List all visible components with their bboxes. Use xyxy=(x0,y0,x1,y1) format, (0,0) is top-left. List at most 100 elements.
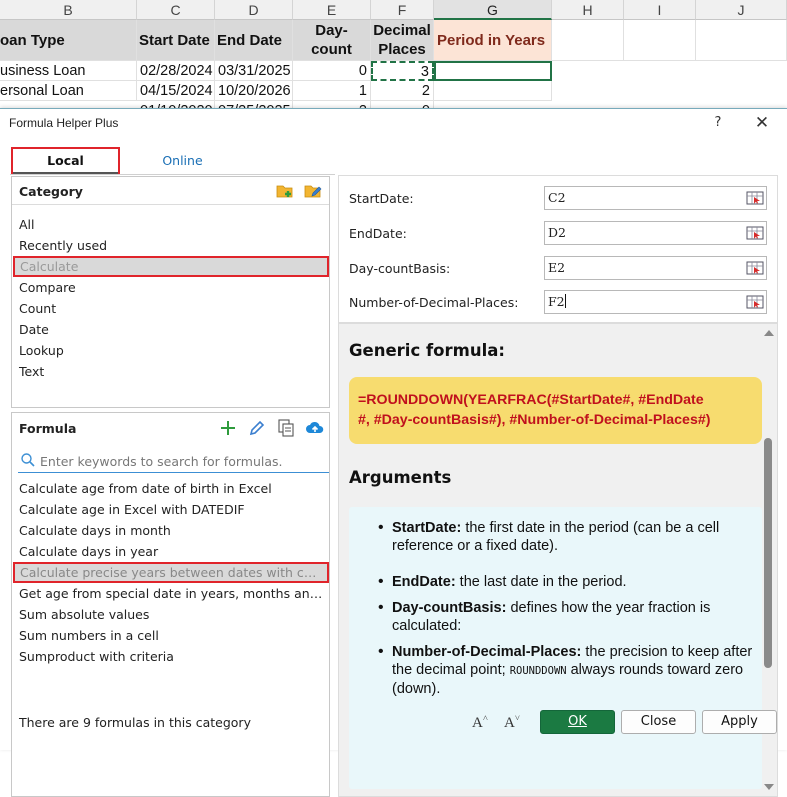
formula-title: Formula xyxy=(19,421,77,436)
search-input[interactable] xyxy=(40,451,325,471)
close-button[interactable]: Close xyxy=(621,710,696,734)
cell-start-date[interactable]: 04/15/2024 xyxy=(137,81,215,101)
column-header-h[interactable]: H xyxy=(552,0,624,20)
cell-end-date[interactable]: 10/20/2026 xyxy=(215,81,293,101)
formula-item-selected[interactable]: Calculate precise years between dates wi… xyxy=(13,562,329,583)
increase-font-size-icon[interactable]: A˄ xyxy=(472,713,488,732)
font-up-letter: A xyxy=(472,715,483,731)
column-header-f[interactable]: F xyxy=(371,0,434,20)
bullet-term: StartDate: xyxy=(392,520,462,536)
tab-online[interactable]: Online xyxy=(130,149,235,173)
tab-divider xyxy=(10,174,335,175)
category-item-lookup[interactable]: Lookup xyxy=(12,340,329,361)
range-select-icon[interactable] xyxy=(746,259,764,277)
range-select-icon[interactable] xyxy=(746,293,764,311)
category-item-date[interactable]: Date xyxy=(12,319,329,340)
apply-button[interactable]: Apply xyxy=(702,710,777,734)
bullet-day-count-basis: Day-countBasis: defines how the year fra… xyxy=(378,599,762,635)
cell-start-date[interactable]: 02/28/2024 xyxy=(137,61,215,81)
cell-period[interactable] xyxy=(434,81,552,101)
tab-local[interactable]: Local xyxy=(11,147,120,174)
formula-header: Formula xyxy=(12,413,329,441)
close-icon[interactable]: ✕ xyxy=(752,113,772,133)
edit-folder-icon[interactable] xyxy=(303,181,323,201)
help-button[interactable]: ? xyxy=(710,113,726,133)
bullet-term: Number-of-Decimal-Places: xyxy=(392,644,582,660)
category-item-all[interactable]: All xyxy=(12,214,329,235)
header-cell-start-date[interactable]: Start Date xyxy=(137,20,215,61)
bullet-code: ROUNDDOWN xyxy=(509,665,567,677)
cell[interactable] xyxy=(552,20,624,61)
cell-decimal-places-copy-selection[interactable]: 3 xyxy=(371,61,434,81)
column-header-c[interactable]: C xyxy=(137,0,215,20)
column-header-g[interactable]: G xyxy=(434,0,552,20)
decimal-places-value: F2 xyxy=(548,294,565,309)
header-cell-day-count-basis[interactable]: Day-count Basis xyxy=(293,20,371,61)
add-folder-icon[interactable] xyxy=(275,181,295,201)
bullet-end-date: EndDate: the last date in the period. xyxy=(378,573,762,591)
formula-item[interactable]: Sum absolute values xyxy=(12,604,329,625)
decimal-places-input[interactable]: F2 xyxy=(544,290,767,314)
edit-icon[interactable] xyxy=(247,418,267,438)
search-box xyxy=(18,449,329,473)
cell-basis[interactable]: 1 xyxy=(293,81,371,101)
column-header-j[interactable]: J xyxy=(696,0,787,20)
decrease-font-size-icon[interactable]: A˅ xyxy=(504,713,520,732)
generic-formula-box: =ROUNDDOWN(YEARFRAC(#StartDate#, #EndDat… xyxy=(349,377,762,444)
formula-item[interactable]: Calculate days in month xyxy=(12,520,329,541)
formula-item[interactable]: Sum numbers in a cell xyxy=(12,625,329,646)
cell-end-date[interactable]: 03/31/2025 xyxy=(215,61,293,81)
column-header-b[interactable]: B xyxy=(0,0,137,20)
formula-item[interactable]: Calculate days in year xyxy=(12,541,329,562)
spreadsheet-background: B C D E F G H I J oan Type Start Date En… xyxy=(0,0,787,110)
cell-decimal-places[interactable]: 2 xyxy=(371,81,434,101)
end-date-input[interactable]: D2 xyxy=(544,221,767,245)
category-item-recently-used[interactable]: Recently used xyxy=(12,235,329,256)
range-select-icon[interactable] xyxy=(746,224,764,242)
cell[interactable] xyxy=(624,20,696,61)
formula-count-status: There are 9 formulas in this category xyxy=(19,715,251,730)
cell-basis[interactable]: 0 xyxy=(293,61,371,81)
scroll-thumb[interactable] xyxy=(764,438,772,668)
formula-item[interactable]: Calculate age from date of birth in Exce… xyxy=(12,478,329,499)
formula-item[interactable]: Sumproduct with criteria xyxy=(12,646,329,667)
scroll-up-arrow-icon[interactable] xyxy=(764,330,774,336)
column-header-e[interactable]: E xyxy=(293,0,371,20)
category-item-text[interactable]: Text xyxy=(12,361,329,382)
header-cell-end-date[interactable]: End Date xyxy=(215,20,293,61)
arg-label-decimal-places: Number-of-Decimal-Places: xyxy=(349,295,519,310)
arguments-heading: Arguments xyxy=(349,468,452,487)
dialog-titlebar[interactable]: Formula Helper Plus ? ✕ xyxy=(0,109,787,139)
ok-button[interactable]: OK xyxy=(540,710,615,734)
arguments-description-box: StartDate: the first date in the period … xyxy=(349,507,762,789)
ok-label: OK xyxy=(568,714,587,729)
start-date-input[interactable]: C2 xyxy=(544,186,767,210)
formula-item[interactable]: Calculate age in Excel with DATEDIF xyxy=(12,499,329,520)
header-cell-decimal-places[interactable]: Decimal Places xyxy=(371,20,434,61)
scroll-down-arrow-icon[interactable] xyxy=(764,784,774,790)
copy-icon[interactable] xyxy=(276,418,296,438)
day-count-basis-input[interactable]: E2 xyxy=(544,256,767,280)
header-cell-loan-type[interactable]: oan Type xyxy=(0,20,137,61)
cell[interactable] xyxy=(696,20,787,61)
formula-item[interactable]: Get age from special date in years, mont… xyxy=(12,583,329,604)
cell-loan-type[interactable]: ersonal Loan xyxy=(0,81,137,101)
category-header: Category xyxy=(12,177,329,205)
category-item-compare[interactable]: Compare xyxy=(12,277,329,298)
arg-label-start-date: StartDate: xyxy=(349,191,414,206)
cell-loan-type[interactable]: usiness Loan xyxy=(0,61,137,81)
column-header-i[interactable]: I xyxy=(624,0,696,20)
range-select-icon[interactable] xyxy=(746,189,764,207)
add-icon[interactable] xyxy=(218,418,238,438)
search-icon xyxy=(20,452,36,468)
font-down-letter: A xyxy=(504,715,515,731)
column-header-d[interactable]: D xyxy=(215,0,293,20)
category-panel: Category All Recently used Calculate Com… xyxy=(11,176,330,408)
header-cell-period-in-years[interactable]: Period in Years xyxy=(434,20,552,61)
cell-period-active[interactable] xyxy=(434,61,552,81)
category-item-calculate[interactable]: Calculate xyxy=(13,256,329,277)
arg-label-day-count-basis: Day-countBasis: xyxy=(349,261,451,276)
cloud-upload-icon[interactable] xyxy=(305,418,325,438)
arg-label-end-date: EndDate: xyxy=(349,226,407,241)
category-item-count[interactable]: Count xyxy=(12,298,329,319)
